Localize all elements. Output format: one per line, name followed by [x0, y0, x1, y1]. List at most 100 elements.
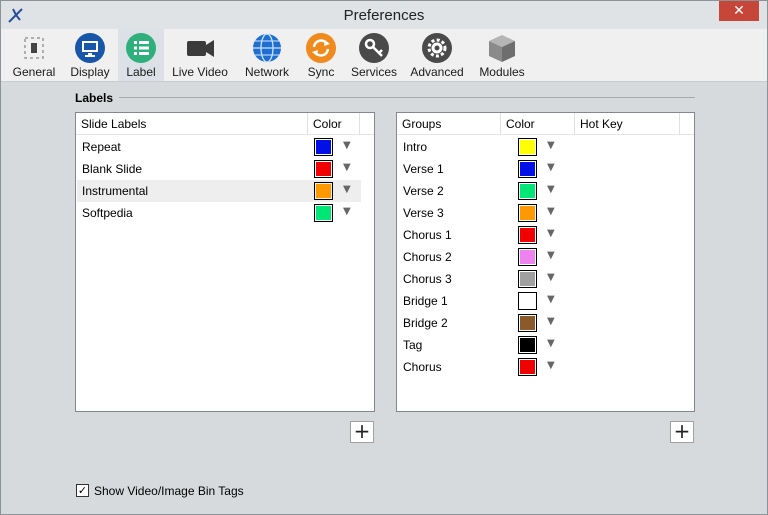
column-header-color[interactable]: Color [501, 113, 575, 135]
chevron-down-icon[interactable]: ▼ [547, 140, 555, 151]
tab-modules[interactable]: Modules [473, 29, 531, 81]
tab-live-video[interactable]: Live Video [167, 29, 233, 81]
tab-sync[interactable]: Sync [299, 29, 343, 81]
section-divider [119, 97, 695, 98]
list-item[interactable]: Bridge 2 ▼ [398, 312, 694, 334]
color-swatch-fill [520, 250, 535, 264]
add-slide-label-button[interactable]: + [350, 421, 374, 443]
column-header-groups[interactable]: Groups [397, 113, 501, 135]
tab-label: Live Video [172, 65, 228, 79]
color-swatch-fill [520, 360, 535, 374]
color-swatch[interactable] [518, 336, 537, 354]
close-button[interactable]: ✕ [719, 1, 759, 21]
chevron-down-icon[interactable]: ▼ [547, 316, 555, 327]
list-item[interactable]: Chorus 3 ▼ [398, 268, 694, 290]
show-bin-tags-checkbox[interactable]: ✓ [76, 484, 89, 497]
key-icon [359, 33, 389, 63]
label-icon [126, 33, 156, 63]
chevron-down-icon[interactable]: ▼ [547, 184, 555, 195]
color-swatch-fill [520, 294, 535, 308]
chevron-down-icon[interactable]: ▼ [547, 162, 555, 173]
chevron-down-icon[interactable]: ▼ [343, 162, 351, 173]
tab-label: General [12, 65, 56, 79]
item-label: Repeat [82, 140, 121, 154]
tab-network[interactable]: Network [239, 29, 295, 81]
list-item[interactable]: Verse 3 ▼ [398, 202, 694, 224]
chevron-down-icon[interactable]: ▼ [547, 228, 555, 239]
color-swatch[interactable] [314, 160, 333, 178]
chevron-down-icon[interactable]: ▼ [343, 184, 351, 195]
color-swatch-fill [316, 162, 331, 176]
item-label: Blank Slide [82, 162, 143, 176]
slide-labels-header: Slide Labels Color [76, 113, 374, 135]
list-item[interactable]: Chorus ▼ [398, 356, 694, 378]
color-swatch[interactable] [518, 248, 537, 266]
list-item[interactable]: Chorus 1 ▼ [398, 224, 694, 246]
tab-label: Services [350, 65, 397, 79]
chevron-down-icon[interactable]: ▼ [343, 140, 351, 151]
column-header-slide-labels[interactable]: Slide Labels [76, 113, 308, 135]
chevron-down-icon[interactable]: ▼ [547, 206, 555, 217]
tab-label: Modules [479, 65, 525, 79]
item-label: Verse 3 [403, 206, 444, 220]
item-label: Verse 1 [403, 162, 444, 176]
color-swatch[interactable] [518, 358, 537, 376]
list-item[interactable]: Verse 1 ▼ [398, 158, 694, 180]
list-item[interactable]: Chorus 2 ▼ [398, 246, 694, 268]
color-swatch[interactable] [518, 204, 537, 222]
color-swatch[interactable] [518, 314, 537, 332]
item-label: Chorus 3 [403, 272, 452, 286]
show-bin-tags-label: Show Video/Image Bin Tags [94, 484, 244, 498]
list-item[interactable]: Tag ▼ [398, 334, 694, 356]
color-swatch[interactable] [518, 160, 537, 178]
chevron-down-icon[interactable]: ▼ [547, 250, 555, 261]
color-swatch-fill [316, 184, 331, 198]
tab-label: Label [126, 65, 156, 79]
color-swatch[interactable] [314, 182, 333, 200]
chevron-down-icon[interactable]: ▼ [547, 272, 555, 283]
tab-general[interactable]: General [7, 29, 61, 81]
chevron-down-icon[interactable]: ▼ [343, 206, 351, 217]
groups-list[interactable]: Groups Color Hot Key Intro ▼ Verse 1 ▼ Verse… [396, 112, 695, 412]
list-item[interactable]: Bridge 1 ▼ [398, 290, 694, 312]
add-group-button[interactable]: + [670, 421, 694, 443]
sync-icon [306, 33, 336, 63]
tab-label: Display [70, 65, 110, 79]
list-item[interactable]: Verse 2 ▼ [398, 180, 694, 202]
list-item[interactable]: Softpedia ▼ [77, 202, 361, 224]
item-label: Instrumental [82, 184, 149, 198]
tab-label-settings[interactable]: Label [118, 29, 164, 81]
color-swatch[interactable] [518, 138, 537, 156]
groups-header: Groups Color Hot Key [397, 113, 694, 135]
color-swatch[interactable] [518, 182, 537, 200]
chevron-down-icon[interactable]: ▼ [547, 294, 555, 305]
color-swatch[interactable] [518, 270, 537, 288]
window-title: Preferences [343, 7, 425, 24]
tab-advanced[interactable]: Advanced [407, 29, 467, 81]
preferences-toolbar: General Display Label Live Video Network… [1, 29, 767, 82]
tab-label: Network [244, 65, 289, 79]
chevron-down-icon[interactable]: ▼ [547, 338, 555, 349]
item-label: Chorus [403, 360, 442, 374]
list-item[interactable]: Intro ▼ [398, 136, 694, 158]
gear-icon [422, 33, 452, 63]
chevron-down-icon[interactable]: ▼ [547, 360, 555, 371]
list-item[interactable]: Instrumental ▼ [77, 180, 361, 202]
column-header-hot-key[interactable]: Hot Key [575, 113, 680, 135]
color-swatch-fill [520, 228, 535, 242]
column-header-color[interactable]: Color [308, 113, 360, 135]
color-swatch[interactable] [518, 292, 537, 310]
slide-labels-list[interactable]: Slide Labels Color Repeat ▼ Blank Slide ▼ In… [75, 112, 375, 412]
tab-label: Advanced [410, 65, 464, 79]
color-swatch[interactable] [314, 204, 333, 222]
list-item[interactable]: Blank Slide ▼ [77, 158, 361, 180]
color-swatch-fill [520, 272, 535, 286]
list-item[interactable]: Repeat ▼ [77, 136, 361, 158]
color-swatch[interactable] [518, 226, 537, 244]
item-label: Verse 2 [403, 184, 444, 198]
tab-display[interactable]: Display [64, 29, 116, 81]
color-swatch[interactable] [314, 138, 333, 156]
globe-icon [253, 33, 281, 63]
item-label: Bridge 1 [403, 294, 448, 308]
tab-services[interactable]: Services [347, 29, 401, 81]
